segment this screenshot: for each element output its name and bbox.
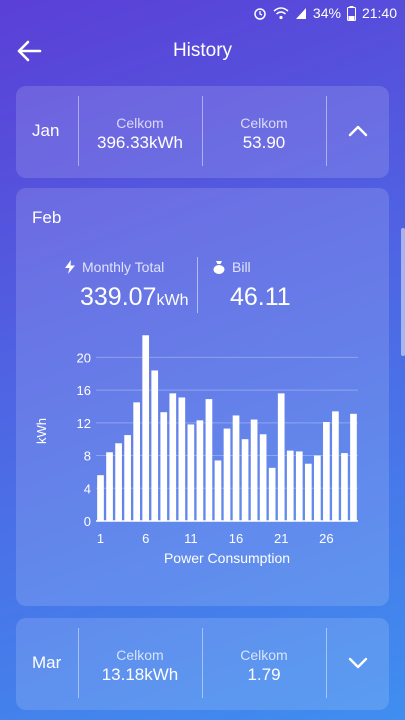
bar [106, 452, 113, 521]
bar [259, 434, 267, 521]
clock: 21:40 [361, 5, 397, 21]
bar [214, 460, 222, 521]
bar [332, 411, 339, 521]
bar [341, 453, 348, 521]
bar [295, 451, 303, 521]
x-tick-label: 21 [274, 531, 288, 546]
y-tick-label: 8 [84, 449, 91, 464]
divider [202, 628, 203, 698]
y-axis-title: kWh [34, 418, 49, 444]
bar [178, 397, 186, 521]
bar [241, 439, 249, 521]
stat-value: 53.90 [242, 133, 286, 152]
month-label: Jan [32, 121, 60, 140]
bar [169, 393, 177, 521]
power-consumption-chart: 0481216201 6 11 16 21 26Power ConsumptionkWh [34, 335, 358, 566]
chevron-up-icon[interactable] [347, 120, 369, 142]
bar [115, 443, 122, 521]
month-card-feb: Feb Monthly Total 339.07kWh Bill 46.11 0… [16, 188, 389, 606]
battery-percent: 34% [312, 5, 341, 21]
bar [286, 450, 294, 521]
divider [78, 628, 79, 698]
stat-label: Celkom [116, 115, 164, 131]
chevron-down-icon[interactable] [347, 652, 369, 674]
bar [232, 415, 240, 521]
x-tick-label: 26 [319, 531, 333, 546]
cost-stat: Celkom 1.79 [204, 647, 324, 685]
page-title: History [172, 40, 233, 61]
bar [196, 420, 204, 521]
y-tick-label: 0 [84, 514, 91, 529]
month-label: Mar [32, 653, 62, 672]
month-row-mar[interactable]: Mar Celkom 13.18kWh Celkom 1.79 [16, 618, 389, 710]
x-tick-label: 16 [229, 531, 243, 546]
bar [133, 402, 140, 521]
status-bar: 34% 21:40 [0, 0, 405, 28]
x-axis-title: Power Consumption [164, 550, 290, 566]
stat-label: Celkom [240, 115, 288, 131]
divider [78, 96, 79, 166]
bar [304, 463, 312, 521]
bar [223, 428, 231, 521]
divider [326, 628, 327, 698]
y-tick-label: 20 [77, 350, 91, 365]
battery-icon [346, 5, 356, 21]
bar [124, 435, 131, 521]
y-tick-label: 16 [77, 383, 91, 398]
alarm-icon [254, 8, 266, 20]
stat-value: 1.79 [247, 665, 281, 684]
month-row-jan[interactable]: Jan Celkom 396.33kWh Celkom 53.90 [16, 86, 389, 178]
y-tick-label: 4 [84, 481, 91, 496]
bar [277, 393, 285, 521]
scrollbar[interactable] [401, 228, 405, 356]
bar [160, 412, 168, 521]
bar [205, 399, 213, 521]
bar [250, 419, 258, 521]
stat-label: Celkom [116, 647, 164, 663]
wifi-icon [273, 7, 289, 20]
bar [97, 475, 104, 521]
bar [323, 422, 330, 521]
cost-stat: Celkom 53.90 [204, 115, 324, 153]
signal-icon [295, 8, 306, 19]
app-header: History [0, 30, 405, 74]
divider [202, 96, 203, 166]
x-tick-label: 11 [184, 531, 198, 546]
bar [350, 413, 357, 521]
stat-label: Celkom [240, 647, 288, 663]
energy-stat: Celkom 396.33kWh [80, 115, 200, 153]
energy-stat: Celkom 13.18kWh [80, 647, 200, 685]
stat-value: 13.18kWh [101, 665, 179, 684]
bar [314, 455, 321, 521]
stat-value: 396.33kWh [97, 133, 183, 152]
y-tick-label: 12 [77, 416, 91, 431]
bar [268, 467, 276, 521]
bar [142, 335, 150, 521]
bar [187, 424, 195, 521]
x-tick-label: 6 [142, 531, 149, 546]
divider [326, 96, 327, 166]
x-tick-label: 1 [97, 531, 104, 546]
bar [151, 370, 159, 521]
